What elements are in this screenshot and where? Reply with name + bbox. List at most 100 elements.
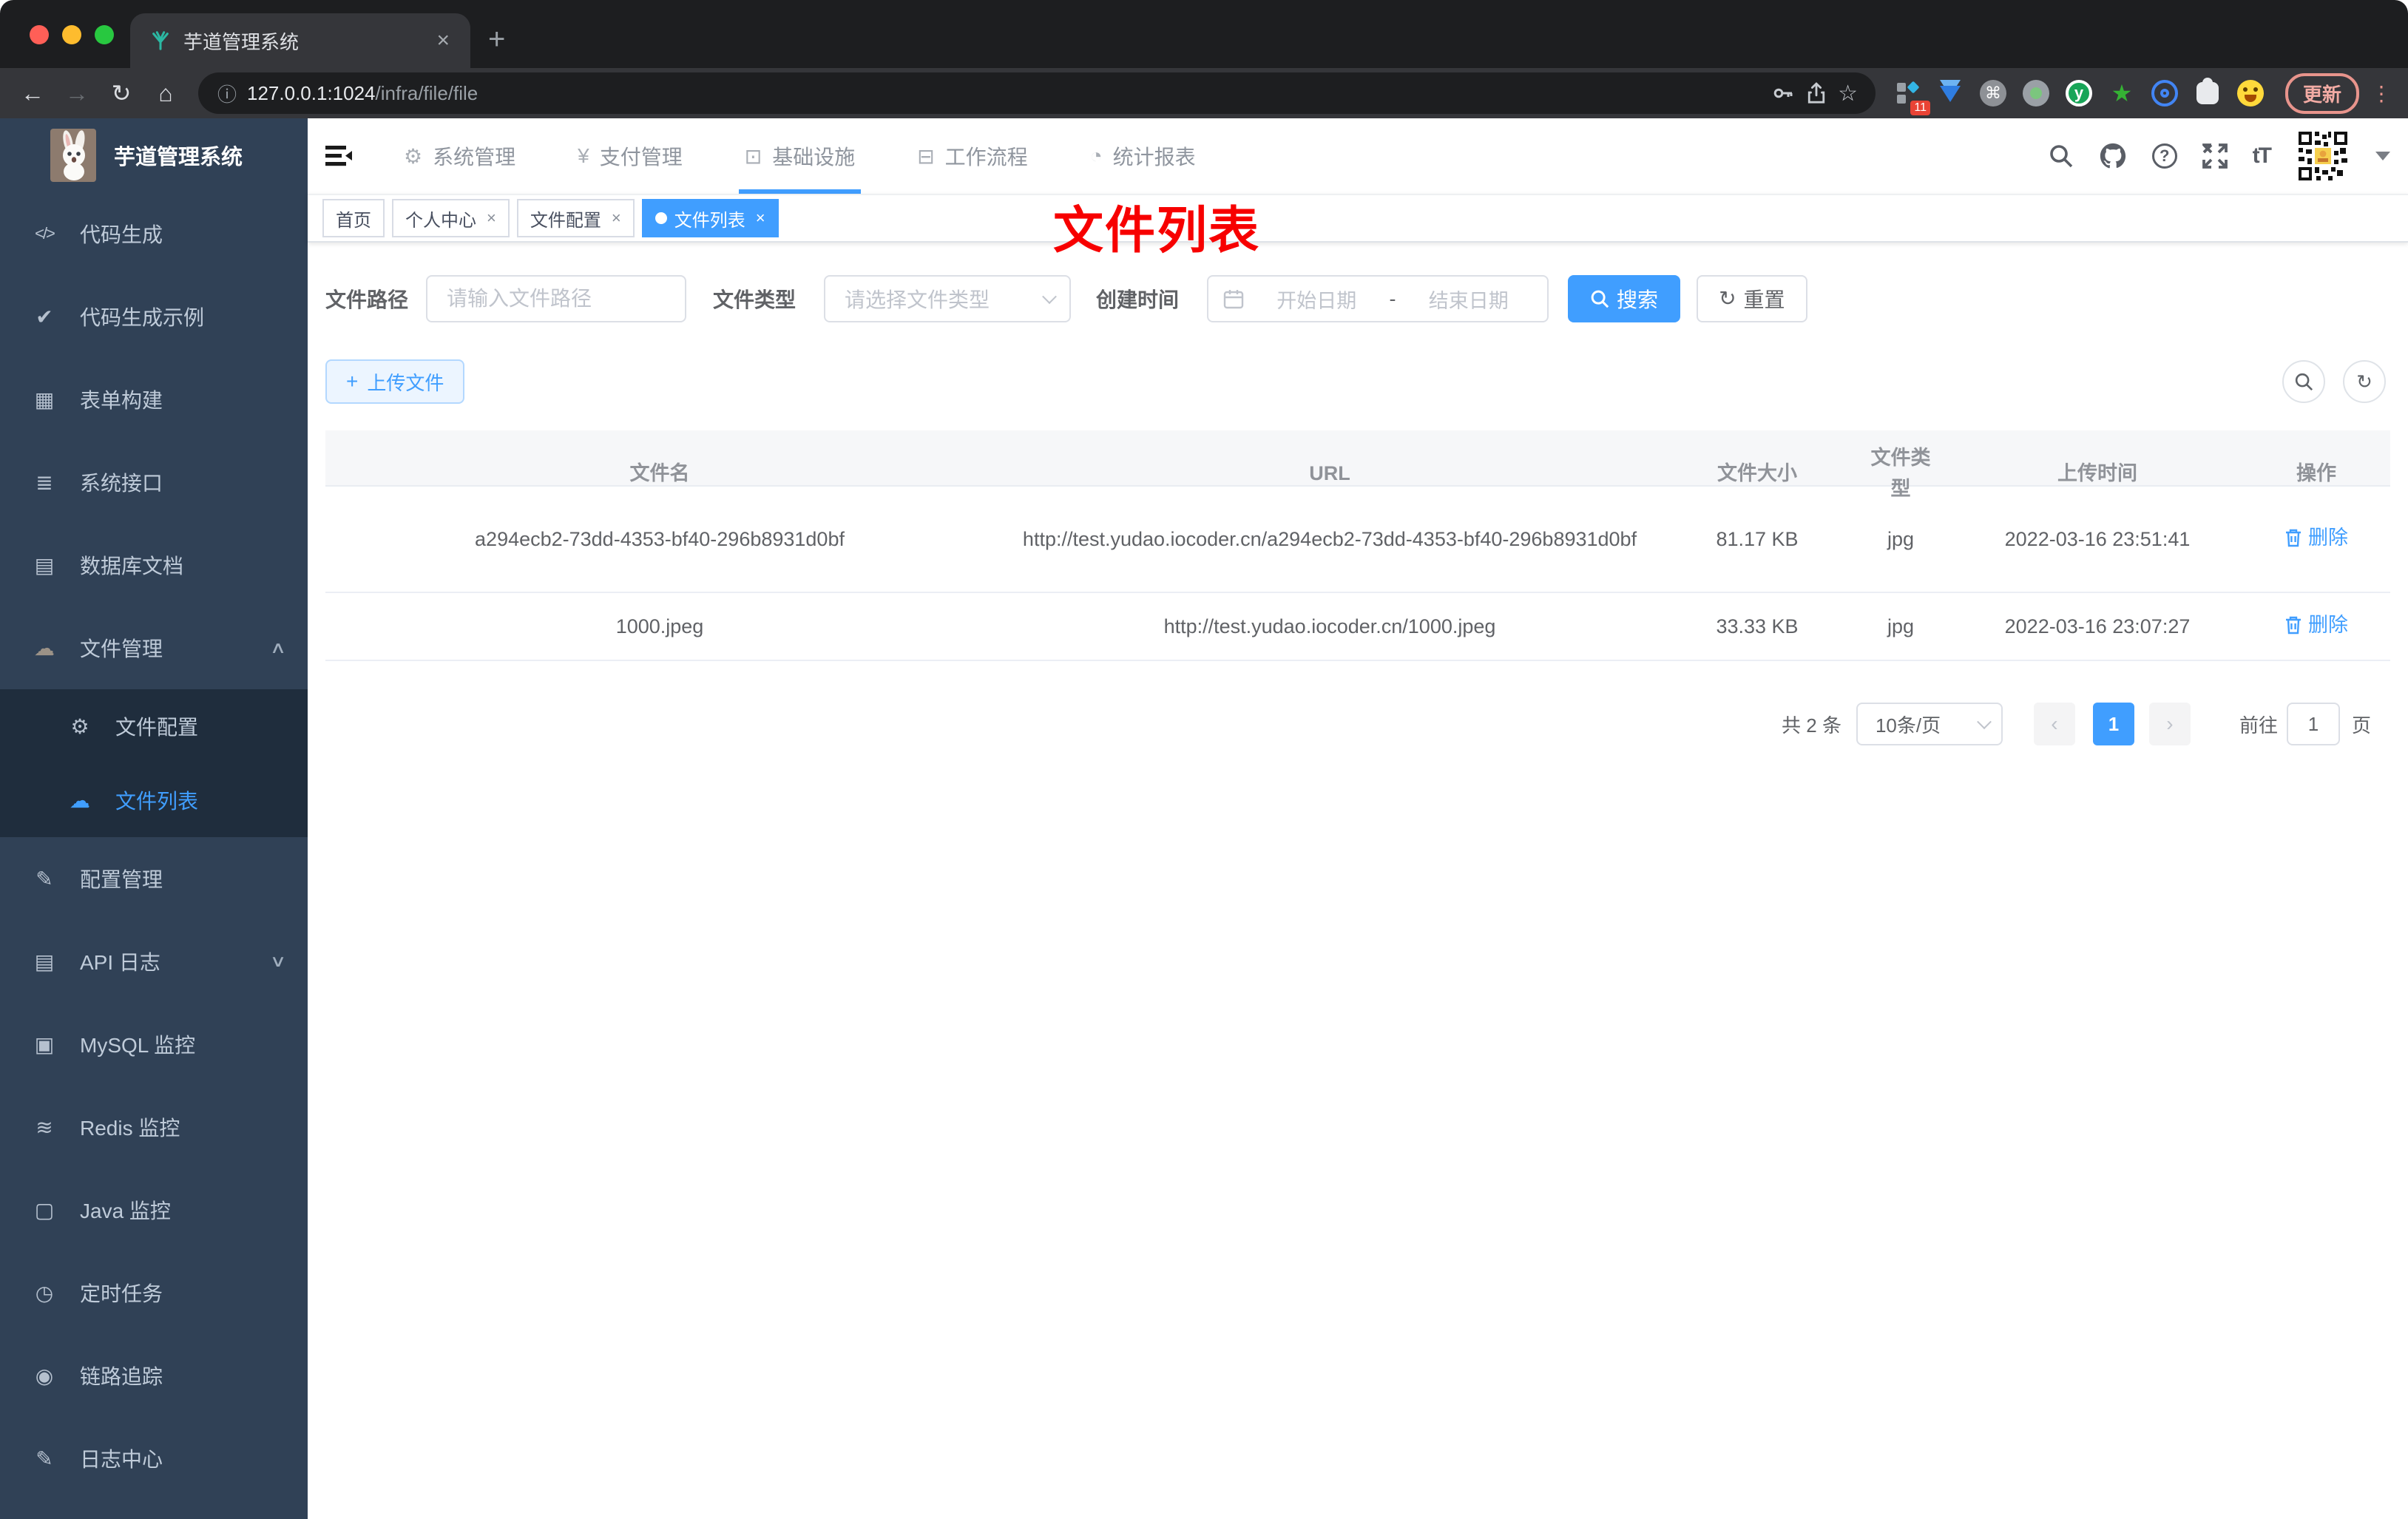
delete-label: 删除 [2308,527,2348,549]
font-size-icon[interactable]: tT [2253,143,2272,169]
new-tab-button[interactable]: + [488,23,505,56]
document-log-icon: ▤ [34,950,55,973]
refresh-table-button[interactable]: ↻ [2343,360,2386,403]
fullscreen-icon[interactable] [2202,143,2228,169]
header-search-icon[interactable] [2049,143,2074,169]
window-minimize-button[interactable] [62,25,81,44]
tag-file-list[interactable]: 文件列表 × [641,199,779,237]
reload-button[interactable]: ↻ [101,74,142,112]
top-menu-workflow[interactable]: ⊟ 工作流程 [899,118,1045,194]
home-button[interactable]: ⌂ [145,74,186,112]
goto-page-input[interactable] [2286,703,2340,745]
top-menu-report[interactable]: ◔ 统计报表 [1072,118,1214,194]
avatar[interactable] [2296,129,2350,183]
sidebar-item-java-monitor[interactable]: ▢ Java 监控 [0,1168,308,1251]
extension-dot-icon[interactable] [2016,74,2056,112]
code-icon: </> [35,224,55,243]
delete-button[interactable]: 删除 [2284,609,2348,640]
extension-puzzle-icon[interactable] [2188,74,2228,112]
tab-close-icon[interactable]: × [430,28,456,53]
sidebar-item-file-config[interactable]: ⚙ 文件配置 [0,689,308,763]
file-type-select[interactable]: 请选择文件类型 [824,275,1072,322]
next-page-button[interactable]: › [2148,703,2191,745]
browser-toolbar: ← → ↻ ⌂ ⓘ 127.0.0.1:1024 /infra/file/fil… [0,68,2408,118]
tag-file-config[interactable]: 文件配置 × [516,199,635,237]
sidebar-item-api-log[interactable]: ▤ API 日志 ∨ [0,920,308,1003]
col-header-filename: 文件名 [629,462,690,484]
sidebar-item-scheduled-task[interactable]: ◷ 定时任务 [0,1251,308,1334]
gear-icon: ⚙ [70,714,89,738]
extension-cmd-icon[interactable]: ⌘ [1973,74,2013,112]
site-info-icon[interactable]: ⓘ [217,80,237,107]
extension-emoji-icon[interactable] [2231,74,2270,112]
browser-tab[interactable]: 芋道管理系统 × [130,13,470,68]
tag-label: 个人中心 [405,210,476,231]
file-path-input[interactable] [426,275,687,322]
date-start-placeholder[interactable]: 开始日期 [1253,285,1381,314]
prev-page-button[interactable]: ‹ [2033,703,2075,745]
reset-button[interactable]: ↻ 重置 [1697,275,1807,322]
extension-star-icon[interactable]: ★ [2102,74,2142,112]
upload-file-button[interactable]: + 上传文件 [325,359,465,404]
toggle-search-button[interactable] [2282,360,2325,403]
cell-size: 81.17 KB [1716,528,1799,550]
sidebar-item-mysql-monitor[interactable]: ▣ MySQL 监控 [0,1003,308,1086]
address-bar[interactable]: ⓘ 127.0.0.1:1024 /infra/file/file ☆ [198,72,1876,114]
screen-icon: ▢ [34,1198,55,1222]
current-page-button[interactable]: 1 [2092,703,2134,745]
cell-url: http://test.yudao.iocoder.cn/a294ecb2-73… [1022,528,1637,550]
forward-button[interactable]: → [56,74,98,112]
sidebar-item-config-management[interactable]: ✎ 配置管理 [0,837,308,920]
eye-icon: ◉ [35,1364,54,1387]
extension-eye-icon[interactable] [2145,74,2185,112]
top-menu-payment[interactable]: ¥ 支付管理 [560,118,700,194]
sidebar-item-redis-monitor[interactable]: ≋ Redis 监控 [0,1086,308,1168]
tag-profile[interactable]: 个人中心 × [392,199,510,237]
tag-close-icon[interactable]: × [609,209,621,228]
sidebar-item-label: 日志中心 [80,1448,163,1471]
tag-close-icon[interactable]: × [484,209,496,228]
bookmark-star-icon[interactable]: ☆ [1838,81,1858,106]
sidebar-item-code-generation[interactable]: </> 代码生成 [0,192,308,275]
delete-button[interactable]: 删除 [2284,522,2348,553]
date-range-picker[interactable]: 开始日期 - 结束日期 [1207,275,1549,322]
date-end-placeholder[interactable]: 结束日期 [1405,285,1533,314]
top-menu-infrastructure[interactable]: ⊡ 基础设施 [727,118,873,194]
sidebar-item-trace[interactable]: ◉ 链路追踪 [0,1334,308,1417]
main-area: ⚙ 系统管理 ¥ 支付管理 ⊡ 基础设施 ⊟ 工作流程 ◔ 统计报表 ? tT … [308,118,2408,1519]
gauge-icon: ◔ [1089,144,1103,167]
avatar-caret-icon[interactable] [2375,152,2390,168]
browser-update-button[interactable]: 更新 [2284,72,2359,114]
sidebar-item-code-example[interactable]: ✔ 代码生成示例 [0,275,308,358]
extension-grid-icon[interactable]: 11 [1887,74,1930,115]
form-grid-icon: ▦ [34,388,55,411]
app-logo[interactable]: 芋道管理系统 [0,118,308,192]
sidebar-item-log-center[interactable]: ✎ 日志中心 [0,1417,308,1500]
sidebar-item-file-list[interactable]: ☁ 文件列表 [0,763,308,837]
password-key-icon[interactable] [1771,81,1795,105]
window-close-button[interactable] [30,25,49,44]
browser-tab-strip: 芋道管理系统 × + [0,0,2408,68]
sliders-icon: ≣ [35,470,53,494]
sidebar-item-db-doc[interactable]: ▤ 数据库文档 [0,524,308,606]
top-menu-system[interactable]: ⚙ 系统管理 [386,118,533,194]
top-menu-label: 工作流程 [944,146,1028,169]
sidebar-item-system-api[interactable]: ≣ 系统接口 [0,441,308,524]
share-icon[interactable] [1805,81,1827,105]
window-zoom-button[interactable] [95,25,114,44]
extension-y-icon[interactable]: y [2059,74,2099,112]
help-icon[interactable]: ? [2151,143,2177,169]
back-button[interactable]: ← [12,74,53,112]
sidebar-collapse-icon[interactable] [308,144,373,168]
page-size-select[interactable]: 10条/页 [1856,703,2003,745]
file-type-label: 文件类型 [713,288,797,311]
sidebar-item-file-management[interactable]: ☁ 文件管理 ∧ [0,606,308,689]
sidebar-item-form-builder[interactable]: ▦ 表单构建 [0,358,308,441]
github-icon[interactable] [2099,142,2127,170]
extension-kite-icon[interactable] [1930,74,1970,112]
tag-home[interactable]: 首页 [322,199,385,237]
search-button[interactable]: 搜索 [1568,275,1681,322]
tag-close-icon[interactable]: × [753,209,765,228]
sidebar-item-label: 代码生成示例 [80,306,205,329]
browser-menu-icon[interactable]: ⋮ [2371,81,2393,106]
